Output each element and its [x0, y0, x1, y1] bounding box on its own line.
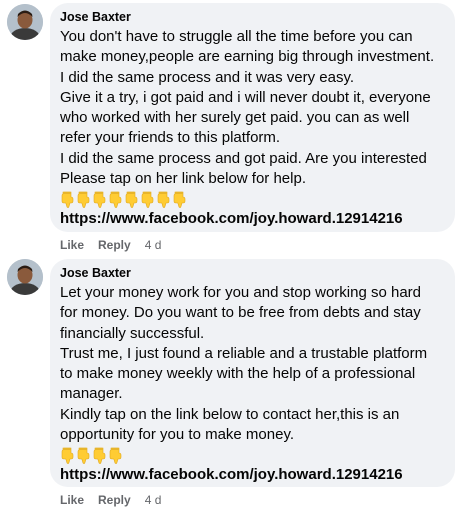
comment-text-line: I did the same process and it was very e… — [60, 68, 355, 86]
comment-author[interactable]: Jose Baxter — [60, 9, 445, 25]
pointing-down-emoji — [92, 191, 107, 208]
comment-timestamp[interactable]: 4 d — [145, 238, 162, 252]
pointing-down-emoji — [92, 447, 107, 464]
pointing-down-emoji — [108, 191, 123, 208]
pointing-down-emoji — [60, 447, 75, 464]
comment-text-line: opportunity for you to make money. — [60, 426, 295, 444]
pointing-down-emoji — [172, 191, 187, 208]
comment-text-line: Please tap on her link below for help. — [60, 170, 306, 188]
like-button[interactable]: Like — [60, 238, 84, 252]
comment-text-line: I did the same process and got paid. Are… — [60, 149, 427, 167]
pointing-down-emoji — [76, 447, 91, 464]
avatar[interactable] — [7, 259, 43, 295]
pointing-down-emoji — [124, 191, 139, 208]
profile-link[interactable]: https://www.facebook.com/joy.howard.1291… — [60, 465, 445, 485]
pointing-down-emoji — [76, 191, 91, 208]
pointing-down-emoji — [60, 191, 75, 208]
comment-bubble: Jose Baxter Let your money work for you … — [50, 259, 455, 487]
comment-text-line: Kindly tap on the link below to contact … — [60, 405, 400, 423]
comment-text-line: who worked with her surely get paid. you… — [60, 109, 410, 127]
comment-text-line: Let your money work for you and stop wor… — [60, 284, 422, 301]
comment-text-line: for money. Do you want to be free from d… — [60, 304, 421, 322]
comment-actions: Like Reply 4 d — [60, 238, 161, 252]
comment-timestamp[interactable]: 4 d — [145, 493, 162, 507]
comment-bubble: Jose Baxter You don't have to struggle a… — [50, 3, 455, 232]
reply-button[interactable]: Reply — [98, 238, 131, 252]
comment-text-line: You don't have to struggle all the time … — [60, 28, 413, 45]
comment-author[interactable]: Jose Baxter — [60, 265, 445, 281]
reply-button[interactable]: Reply — [98, 493, 131, 507]
avatar[interactable] — [7, 4, 43, 40]
emoji-row — [60, 445, 445, 465]
like-button[interactable]: Like — [60, 493, 84, 507]
pointing-down-emoji — [156, 191, 171, 208]
comment-text-line: financially successful. — [60, 324, 205, 342]
pointing-down-emoji — [108, 447, 123, 464]
comment-text-line: to make money weekly with the help of a … — [60, 365, 416, 383]
emoji-row — [60, 189, 445, 209]
comment-text-line: refer your friends to this platform. — [60, 129, 281, 147]
comment-text-line: Give it a try, i got paid and i will nev… — [60, 88, 431, 106]
comment-text-line: manager. — [60, 385, 123, 403]
pointing-down-emoji — [140, 191, 155, 208]
comment-text-line: make money,people are earning big throug… — [60, 48, 435, 66]
comment-text-line: Trust me, I just found a reliable and a … — [60, 344, 428, 362]
comment-actions: Like Reply 4 d — [60, 493, 161, 507]
profile-link[interactable]: https://www.facebook.com/joy.howard.1291… — [60, 209, 445, 229]
